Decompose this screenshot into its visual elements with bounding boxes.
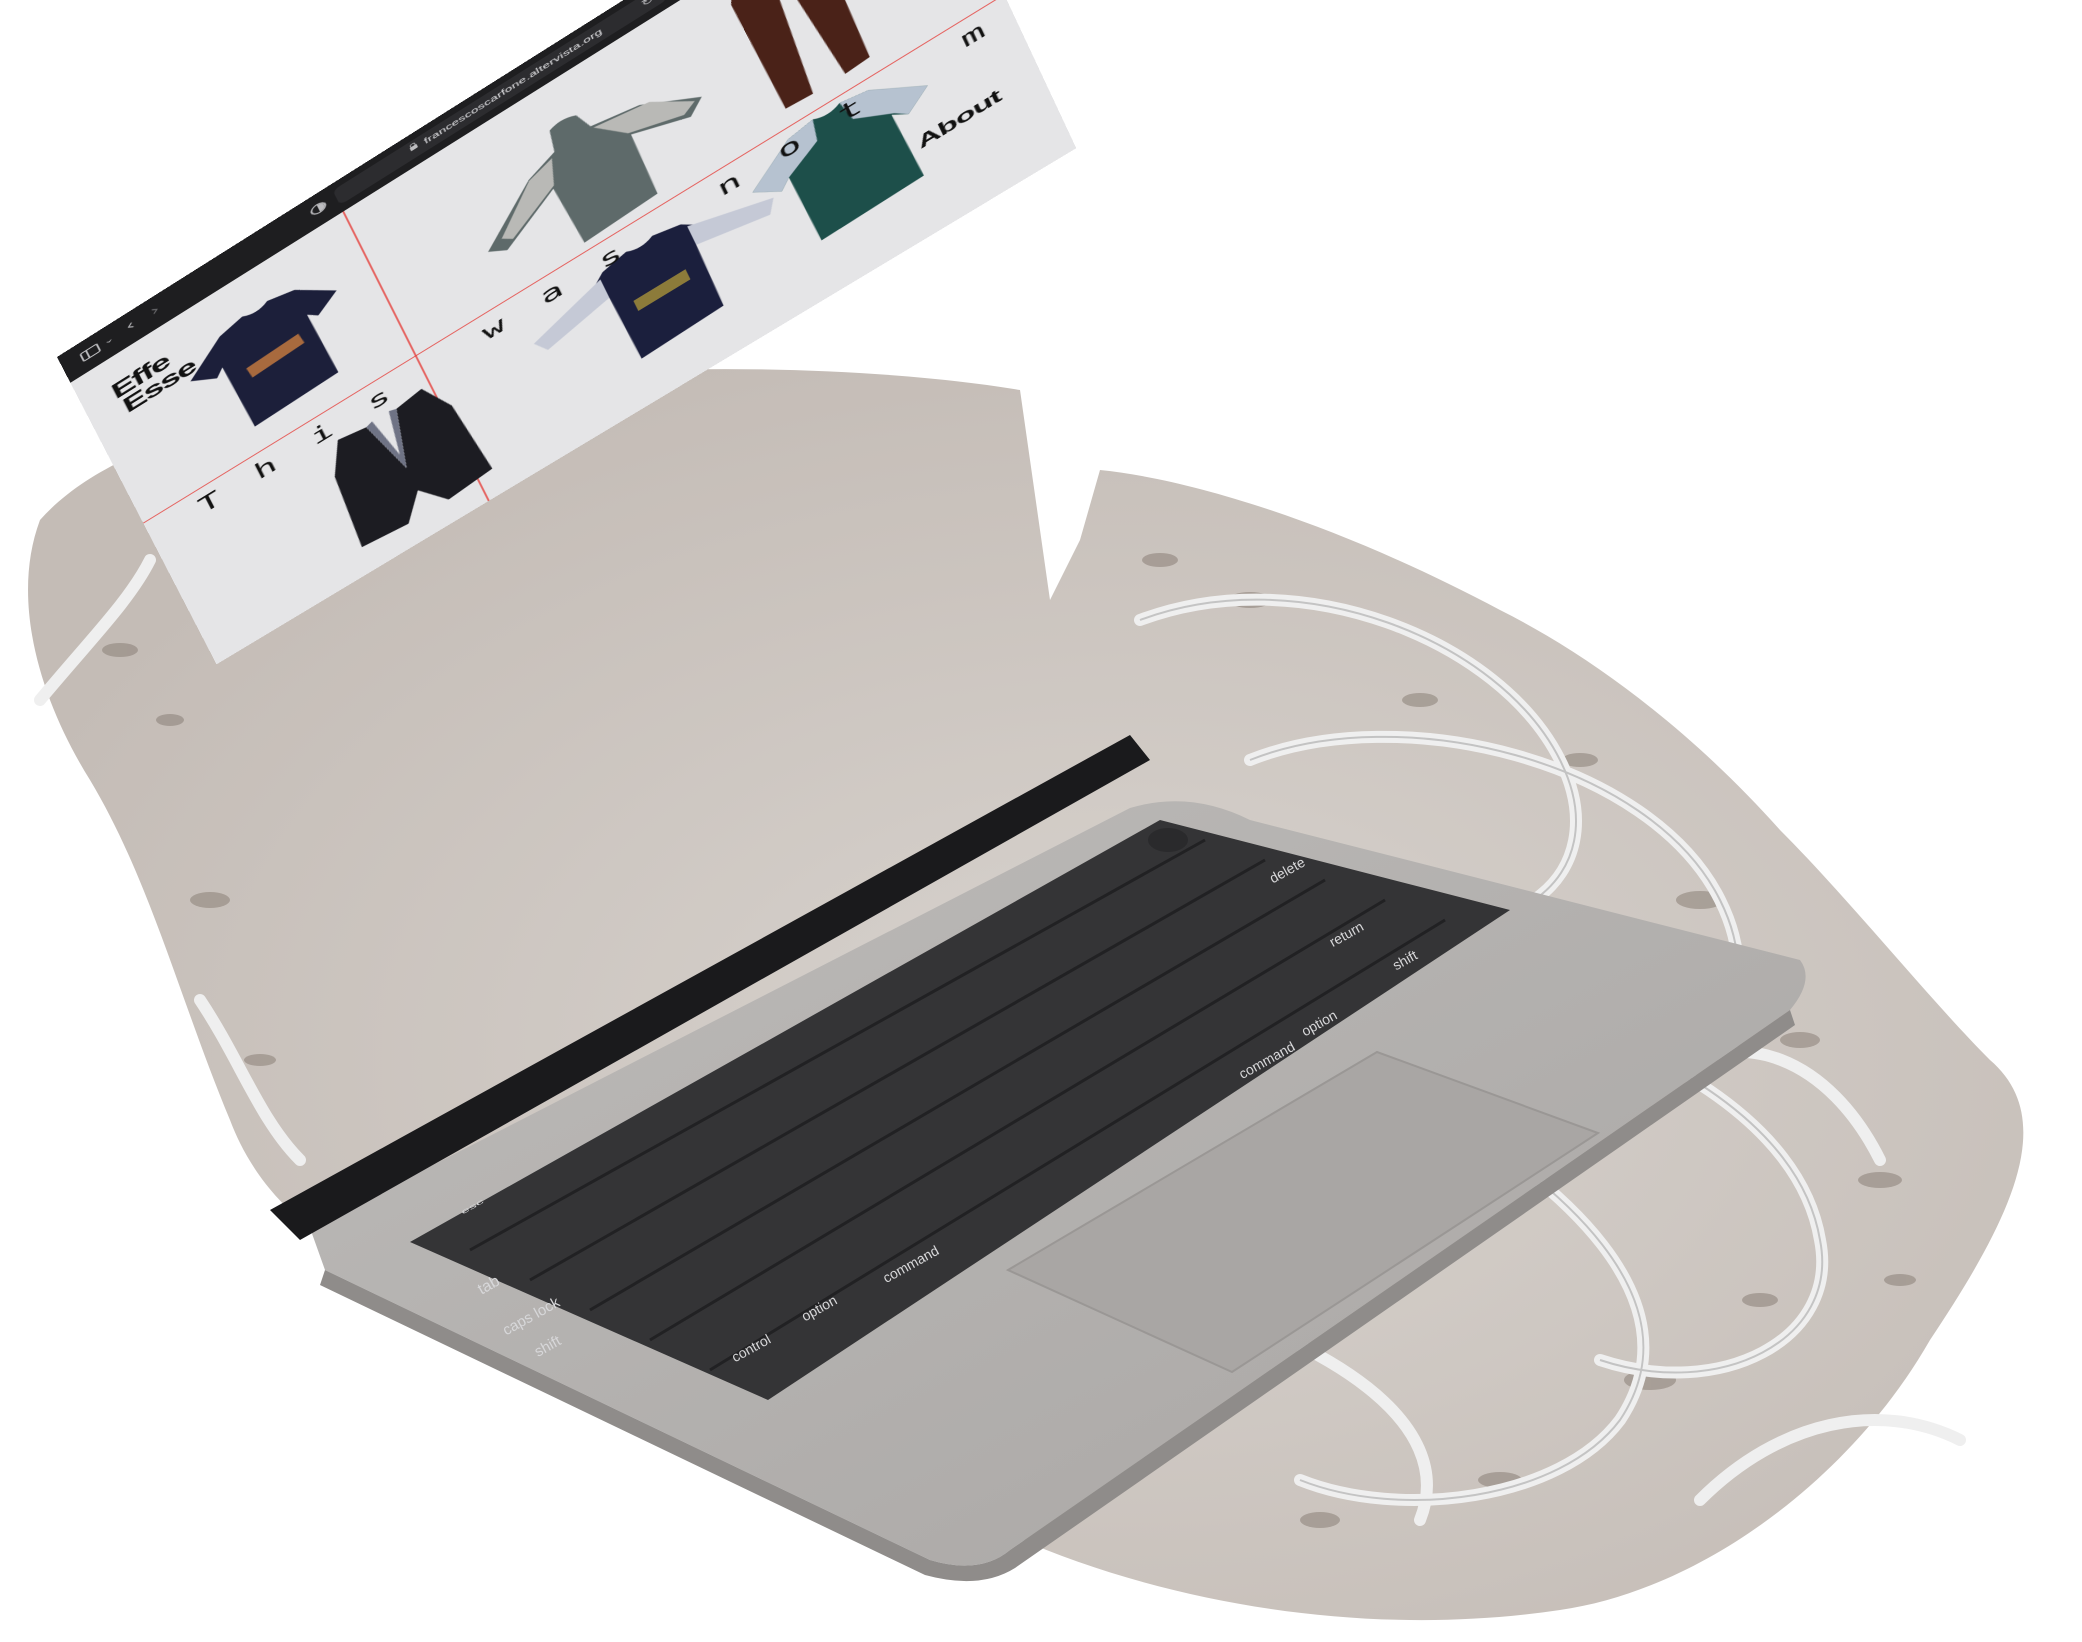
touch-id-button — [1148, 828, 1188, 852]
reload-icon[interactable]: ↻ — [640, 0, 656, 9]
lock-icon — [409, 143, 419, 152]
forward-icon[interactable]: › — [148, 301, 162, 319]
chevron-down-icon[interactable]: ⌄ — [102, 333, 116, 348]
sidebar-icon[interactable] — [79, 342, 102, 363]
privacy-icon[interactable] — [308, 199, 329, 218]
back-icon[interactable]: ‹ — [123, 317, 137, 334]
